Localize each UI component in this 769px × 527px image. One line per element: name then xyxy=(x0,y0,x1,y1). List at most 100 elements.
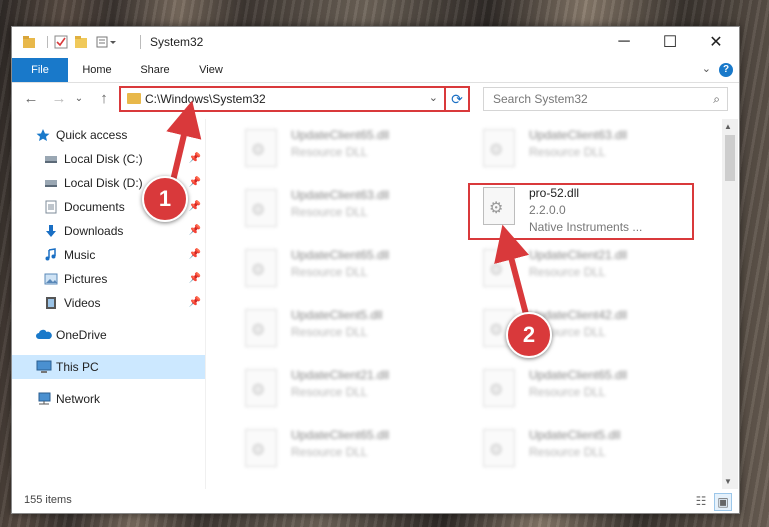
pin-icon[interactable]: 📌 xyxy=(189,177,201,188)
ribbon-tabs: File Home Share View ⌄ ? xyxy=(12,58,739,83)
file-type: Resource DLL xyxy=(529,145,606,159)
file-type: Resource DLL xyxy=(529,445,606,459)
dll-file-icon: ⚙ xyxy=(245,249,277,287)
file-type: Resource DLL xyxy=(529,265,606,279)
dll-file-icon: ⚙ xyxy=(483,369,515,407)
pin-icon[interactable]: 📌 xyxy=(189,153,201,164)
address-bar[interactable]: C:\Windows\System32 ⌄ ⟳ xyxy=(119,86,470,112)
scroll-thumb[interactable] xyxy=(725,135,735,181)
back-button[interactable]: ← xyxy=(22,90,40,108)
sidebar-item-videos[interactable]: Videos 📌 xyxy=(12,291,205,315)
recent-locations-icon[interactable]: ⌄ xyxy=(70,90,88,108)
file-explorer-window: System32 ─ ☐ ✕ File Home Share View ⌄ ? … xyxy=(11,26,740,514)
pane-divider[interactable] xyxy=(205,119,206,489)
forward-button[interactable]: → xyxy=(50,90,68,108)
file-type: Resource DLL xyxy=(291,265,368,279)
search-placeholder: Search System32 xyxy=(493,92,588,106)
documents-icon xyxy=(44,200,58,214)
dll-file-icon: ⚙ xyxy=(483,429,515,467)
file-type: Resource DLL xyxy=(529,385,606,399)
dll-file-icon: ⚙ xyxy=(245,189,277,227)
drive-icon xyxy=(44,152,58,166)
dll-file-icon: ⚙ xyxy=(483,249,515,287)
file-type: Resource DLL xyxy=(291,145,368,159)
dll-file-icon: ⚙ xyxy=(245,429,277,467)
folder-icon xyxy=(22,35,36,49)
sidebar-item-downloads[interactable]: Downloads 📌 xyxy=(12,219,205,243)
sidebar-item-pictures[interactable]: Pictures 📌 xyxy=(12,267,205,291)
sidebar-item-music[interactable]: Music 📌 xyxy=(12,243,205,267)
file-item[interactable]: ⚙ UpdateClient5.dll Resource DLL xyxy=(473,425,703,479)
scroll-up-icon[interactable]: ▲ xyxy=(724,122,732,131)
file-name: UpdateClient21.dll xyxy=(291,368,390,382)
file-item[interactable]: ⚙ UpdateClient63.dll Resource DLL xyxy=(473,125,703,179)
up-button[interactable]: ↑ xyxy=(95,90,113,108)
tab-file[interactable]: File xyxy=(12,58,68,82)
callout-step-2: 2 xyxy=(506,312,552,358)
refresh-icon[interactable]: ⟳ xyxy=(444,88,468,110)
sidebar-item-quick-access[interactable]: Quick access xyxy=(12,123,205,147)
address-dropdown-icon[interactable]: ⌄ xyxy=(429,91,438,104)
sidebar-item-onedrive[interactable]: OneDrive xyxy=(12,323,205,347)
file-name: UpdateClient65.dll xyxy=(291,248,390,262)
vertical-scrollbar[interactable]: ▲ ▼ xyxy=(722,119,738,489)
scroll-down-icon[interactable]: ▼ xyxy=(724,477,732,486)
help-icon[interactable]: ? xyxy=(719,63,733,77)
close-button[interactable]: ✕ xyxy=(693,27,739,57)
window-title: System32 xyxy=(150,35,204,49)
status-bar: 155 items ☷ ▣ xyxy=(12,489,739,513)
pin-icon[interactable]: 📌 xyxy=(189,273,201,284)
file-item[interactable]: ⚙ UpdateClient65.dll Resource DLL xyxy=(235,245,465,299)
search-input[interactable]: Search System32 ⌕ xyxy=(483,87,728,111)
pin-icon[interactable]: 📌 xyxy=(189,225,201,236)
large-icons-view-icon[interactable]: ▣ xyxy=(714,493,732,511)
tab-share[interactable]: Share xyxy=(130,58,180,82)
address-path[interactable]: C:\Windows\System32 xyxy=(145,92,266,106)
file-item[interactable]: ⚙ UpdateClient63.dll Resource DLL xyxy=(235,185,465,239)
folder-icon xyxy=(127,93,141,104)
title-bar: System32 ─ ☐ ✕ xyxy=(12,27,739,57)
customize-toolbar-icon[interactable] xyxy=(96,35,116,49)
computer-icon xyxy=(36,360,52,374)
star-icon xyxy=(36,128,50,142)
pin-icon[interactable]: 📌 xyxy=(189,249,201,260)
tab-view[interactable]: View xyxy=(186,58,236,82)
file-name: UpdateClient63.dll xyxy=(291,188,390,202)
navigation-bar: ← → ⌄ ↑ C:\Windows\System32 ⌄ ⟳ Search S… xyxy=(12,83,739,117)
properties-icon[interactable] xyxy=(54,35,68,49)
details-view-icon[interactable]: ☷ xyxy=(693,493,709,509)
file-name: UpdateClient65.dll xyxy=(291,128,390,142)
network-icon xyxy=(36,392,51,406)
file-item[interactable]: ⚙ UpdateClient65.dll Resource DLL xyxy=(235,425,465,479)
minimize-button[interactable]: ─ xyxy=(601,27,647,57)
pin-icon[interactable]: 📌 xyxy=(189,297,201,308)
videos-icon xyxy=(44,296,58,310)
maximize-button[interactable]: ☐ xyxy=(647,27,693,57)
file-name: UpdateClient21.dll xyxy=(529,248,628,262)
file-type: Resource DLL xyxy=(291,385,368,399)
separator xyxy=(41,35,55,49)
pin-icon[interactable]: 📌 xyxy=(189,201,201,212)
file-item[interactable]: ⚙ UpdateClient65.dll Resource DLL xyxy=(473,365,703,419)
sidebar-item-label: OneDrive xyxy=(56,328,107,342)
file-item[interactable]: ⚙ UpdateClient21.dll Resource DLL xyxy=(473,245,703,299)
file-name: UpdateClient63.dll xyxy=(529,128,628,142)
highlight-box xyxy=(468,183,694,240)
file-name: UpdateClient65.dll xyxy=(529,368,628,382)
file-item[interactable]: ⚙ UpdateClient65.dll Resource DLL xyxy=(235,125,465,179)
file-item[interactable]: ⚙ UpdateClient5.dll Resource DLL xyxy=(235,305,465,359)
new-folder-icon[interactable] xyxy=(74,35,88,49)
file-name: UpdateClient65.dll xyxy=(291,428,390,442)
sidebar-item-local-disk-c[interactable]: Local Disk (C:) 📌 xyxy=(12,147,205,171)
dll-file-icon: ⚙ xyxy=(483,129,515,167)
tab-home[interactable]: Home xyxy=(72,58,122,82)
file-item[interactable]: ⚙ UpdateClient21.dll Resource DLL xyxy=(235,365,465,419)
file-type: Resource DLL xyxy=(291,325,368,339)
sidebar-item-network[interactable]: Network xyxy=(12,387,205,411)
sidebar-item-this-pc[interactable]: This PC xyxy=(12,355,205,379)
item-count: 155 items xyxy=(24,494,72,506)
sidebar-item-label: Music xyxy=(64,248,96,262)
sidebar-item-label: This PC xyxy=(56,360,99,374)
ribbon-expand-icon[interactable]: ⌄ xyxy=(702,62,711,75)
search-icon[interactable]: ⌕ xyxy=(713,92,720,107)
